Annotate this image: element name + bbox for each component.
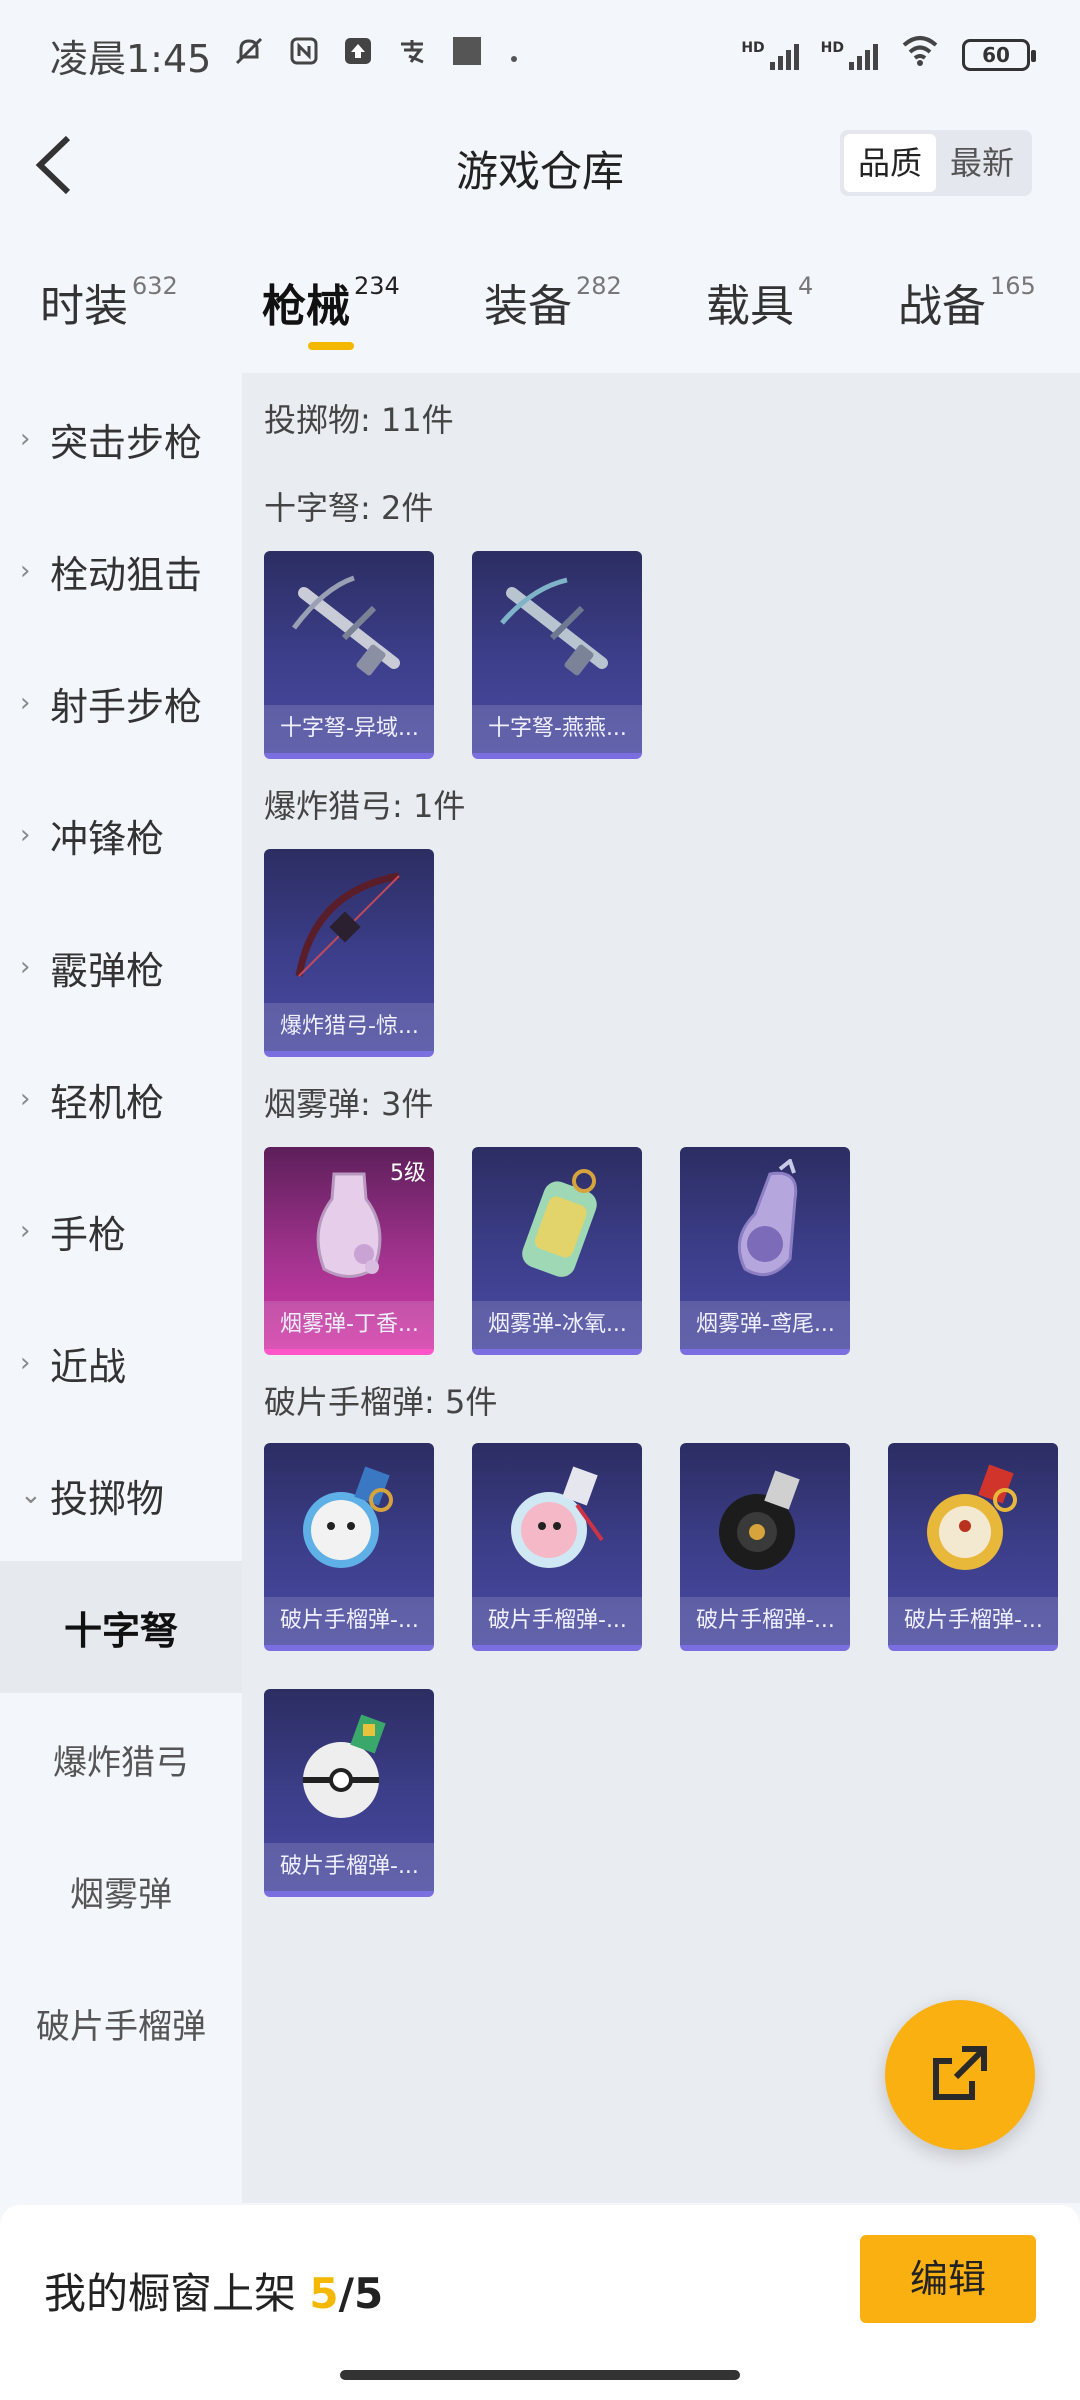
sidebar-item-shotgun[interactable]: › 霰弹枪 (0, 901, 242, 1033)
tab-fashion[interactable]: 时装 632 (40, 270, 178, 334)
item-label: 烟雾弹-冰氧... (472, 1301, 642, 1349)
alipay-icon (397, 36, 427, 74)
item-label: 烟雾弹-丁香... (264, 1301, 434, 1349)
sidebar-item-smg[interactable]: › 冲锋枪 (0, 769, 242, 901)
item-card[interactable]: 十字弩-异域... (264, 551, 434, 759)
chevron-right-icon: › (20, 424, 31, 454)
frag-grenade-image (264, 1689, 434, 1843)
item-card[interactable]: 破片手榴弹-... (472, 1443, 642, 1651)
sidebar-item-assault-rifle[interactable]: › 突击步枪 (0, 373, 242, 505)
frag-grenade-image (888, 1443, 1058, 1597)
item-card[interactable]: 破片手榴弹-... (888, 1443, 1058, 1651)
sidebar-item-melee[interactable]: › 近战 (0, 1297, 242, 1429)
chevron-right-icon: › (20, 820, 31, 850)
header: 游戏仓库 品质 最新 (0, 110, 1080, 220)
sidebar-item-pistol[interactable]: › 手枪 (0, 1165, 242, 1297)
status-time: 凌晨1:45 (50, 36, 212, 81)
bow-image (264, 849, 434, 1003)
share-external-icon (928, 2041, 992, 2109)
tab-active-indicator (308, 342, 354, 350)
item-label: 破片手榴弹-... (680, 1597, 850, 1645)
item-label: 爆炸猎弓-惊... (264, 1003, 434, 1051)
item-label: 破片手榴弹-... (264, 1843, 434, 1891)
frag-grenade-image (264, 1443, 434, 1597)
sort-newest-button[interactable]: 最新 (936, 134, 1028, 192)
smoke-grenade-image (680, 1147, 850, 1301)
shelf-max-count: 5 (353, 2269, 384, 2318)
chevron-down-icon: ⌄ (20, 1480, 42, 1510)
status-bar: 凌晨1:45 HD HD 60 (0, 0, 1080, 110)
item-card[interactable]: 爆炸猎弓-惊... (264, 849, 434, 1057)
level-badge: 5级 (390, 1161, 426, 1186)
chevron-right-icon: › (20, 1216, 31, 1246)
showcase-shelf-status: 我的橱窗上架 5/5 (44, 2269, 384, 2318)
chevron-right-icon: › (20, 688, 31, 718)
cell-signal-icon: HD (741, 40, 799, 70)
square-icon (451, 35, 483, 75)
frag-grenade-image (472, 1443, 642, 1597)
cell-signal-icon-2: HD (821, 40, 878, 70)
item-label: 破片手榴弹-... (888, 1597, 1058, 1645)
nfc-icon (289, 36, 319, 74)
chevron-right-icon: › (20, 952, 31, 982)
tab-firearms[interactable]: 枪械 234 (262, 270, 400, 334)
sort-toggle[interactable]: 品质 最新 (839, 130, 1032, 196)
section-title-crossbow: 十字弩: 2件 (264, 489, 434, 527)
wifi-icon (900, 35, 940, 75)
sidebar-sub-smoke-grenade[interactable]: 烟雾弹 (0, 1825, 242, 1957)
category-tabs: 时装 632 枪械 234 装备 282 载具 4 战备 165 (0, 250, 1080, 350)
shelf-current-count: 5 (309, 2269, 339, 2318)
chevron-right-icon: › (20, 556, 31, 586)
sidebar-sub-frag-grenade[interactable]: 破片手榴弹 (0, 1957, 242, 2089)
item-card[interactable]: 破片手榴弹-... (680, 1443, 850, 1651)
section-title-frag-grenade: 破片手榴弹: 5件 (264, 1383, 498, 1421)
throwables-summary: 投掷物: 11件 (264, 401, 454, 439)
battery-icon: 60 (962, 39, 1036, 71)
tab-vehicles[interactable]: 载具 4 (706, 270, 813, 334)
section-title-smoke-grenade: 烟雾弹: 3件 (264, 1085, 434, 1123)
crossbow-image (472, 551, 642, 705)
tab-equipment[interactable]: 装备 282 (484, 270, 622, 334)
upload-icon (343, 36, 373, 74)
sidebar-item-lmg[interactable]: › 轻机枪 (0, 1033, 242, 1165)
smoke-grenade-image (472, 1147, 642, 1301)
item-card[interactable]: 十字弩-燕燕... (472, 551, 642, 759)
share-fab-button[interactable] (885, 2000, 1035, 2150)
item-card[interactable]: 烟雾弹-冰氧... (472, 1147, 642, 1355)
item-label: 破片手榴弹-... (264, 1597, 434, 1645)
sort-quality-button[interactable]: 品质 (843, 134, 936, 192)
sidebar-item-marksman-rifle[interactable]: › 射手步枪 (0, 637, 242, 769)
crossbow-image (264, 551, 434, 705)
item-label: 破片手榴弹-... (472, 1597, 642, 1645)
item-card[interactable]: 破片手榴弹-... (264, 1443, 434, 1651)
section-title-explosive-bow: 爆炸猎弓: 1件 (264, 787, 466, 825)
sidebar-sub-explosive-bow[interactable]: 爆炸猎弓 (0, 1693, 242, 1825)
category-sidebar: › 突击步枪 › 栓动狙击 › 射手步枪 › 冲锋枪 › 霰弹枪 › 轻机枪 › 手枪 › 近战… (0, 373, 242, 2203)
dot-icon (507, 36, 521, 74)
home-indicator[interactable] (340, 2370, 740, 2380)
tab-supplies[interactable]: 战备 165 (898, 270, 1036, 334)
item-card[interactable]: 5级 烟雾弹-丁香... (264, 1147, 434, 1355)
edit-button[interactable]: 编辑 (860, 2235, 1036, 2323)
chevron-right-icon: › (20, 1084, 31, 1114)
frag-grenade-image (680, 1443, 850, 1597)
dnd-bell-off-icon (233, 35, 265, 75)
item-card[interactable]: 破片手榴弹-... (264, 1689, 434, 1897)
chevron-right-icon: › (20, 1348, 31, 1378)
item-label: 十字弩-燕燕... (472, 705, 642, 753)
item-card[interactable]: 烟雾弹-鸢尾... (680, 1147, 850, 1355)
item-grid-panel: 投掷物: 11件 十字弩: 2件 十字弩-异域... 十字弩-燕燕... 爆炸猎… (242, 373, 1080, 2203)
sidebar-sub-crossbow[interactable]: 十字弩 (0, 1561, 242, 1693)
sidebar-item-throwables[interactable]: ⌄ 投掷物 (0, 1429, 242, 1561)
item-label: 烟雾弹-鸢尾... (680, 1301, 850, 1349)
item-label: 十字弩-异域... (264, 705, 434, 753)
sidebar-item-bolt-sniper[interactable]: › 栓动狙击 (0, 505, 242, 637)
